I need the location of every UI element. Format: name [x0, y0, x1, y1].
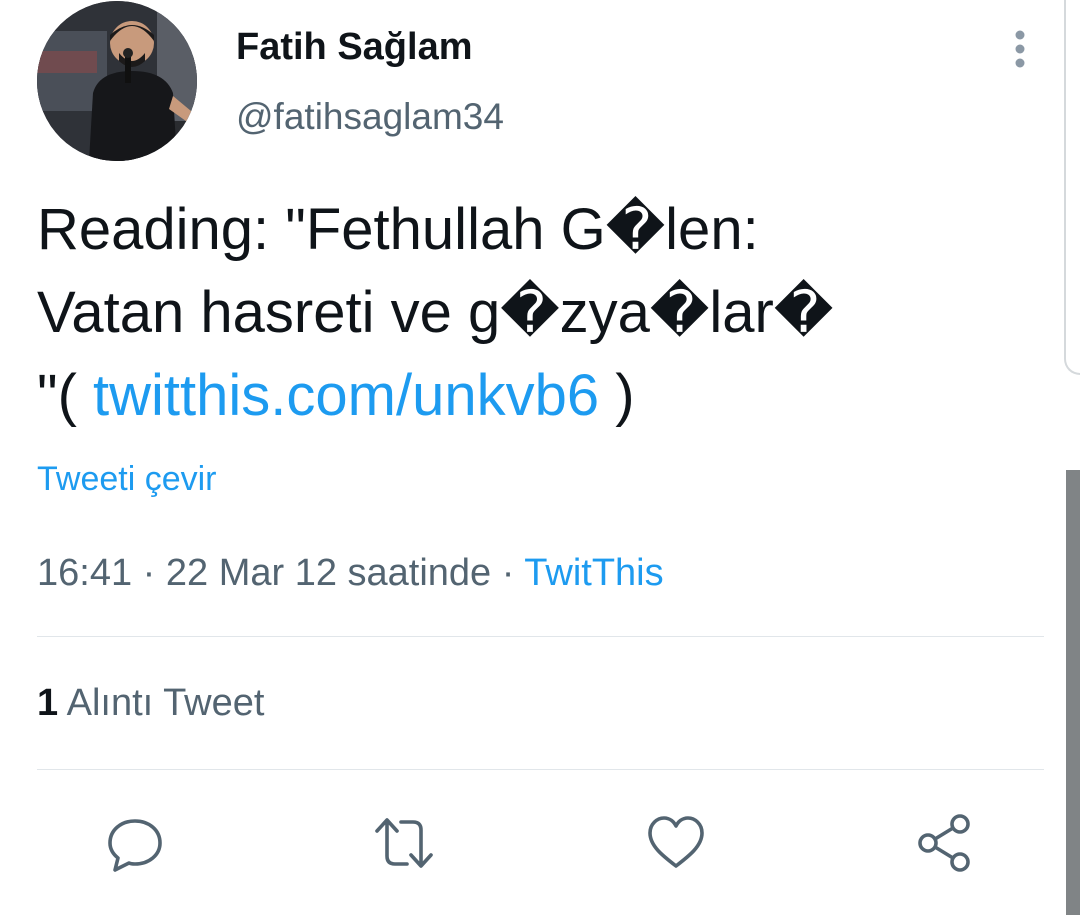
more-options-button[interactable] [1005, 26, 1035, 72]
quote-tweets-stat[interactable]: 1 Alıntı Tweet [37, 682, 264, 725]
translate-tweet-link[interactable]: Tweeti çevir [37, 460, 217, 499]
quote-count: 1 [37, 682, 59, 724]
tweet-link[interactable]: twitthis.com/unkvb6 [93, 363, 599, 428]
tweet-text: Reading: "Fethullah G�len: Vatan hasreti… [37, 188, 1037, 437]
tweet-timestamp[interactable]: 16:41 · 22 Mar 12 saatinde · [37, 552, 524, 594]
tweet-text-fragment: "( [37, 363, 94, 428]
retweet-icon [375, 818, 433, 868]
share-button[interactable] [914, 812, 976, 874]
display-name[interactable]: Fatih Sağlam [236, 26, 473, 69]
more-vertical-icon [1015, 30, 1025, 68]
reply-button[interactable] [104, 812, 166, 874]
scrollbar[interactable] [1066, 470, 1080, 915]
divider [37, 636, 1044, 637]
avatar[interactable] [37, 1, 197, 161]
retweet-button[interactable] [373, 812, 435, 874]
user-handle[interactable]: @fatihsaglam34 [236, 96, 504, 138]
heart-icon [648, 816, 704, 868]
avatar-photo [37, 1, 197, 161]
divider [37, 769, 1044, 770]
share-icon [918, 814, 970, 872]
side-panel-edge [1064, 0, 1080, 375]
tweet-text-line: Vatan hasreti ve g�zya�lar� [37, 280, 834, 345]
tweet-source[interactable]: TwitThis [524, 552, 663, 594]
tweet-text-line: "( twitthis.com/unkvb6 ) [37, 354, 1037, 437]
reply-icon [108, 819, 162, 872]
tweet-meta: 16:41 · 22 Mar 12 saatinde · TwitThis [37, 552, 664, 595]
tweet-text-fragment: ) [599, 363, 635, 428]
tweet-text-line: Reading: "Fethullah G�len: [37, 197, 759, 262]
quote-label: Alıntı Tweet [58, 682, 265, 724]
like-button[interactable] [645, 812, 707, 874]
